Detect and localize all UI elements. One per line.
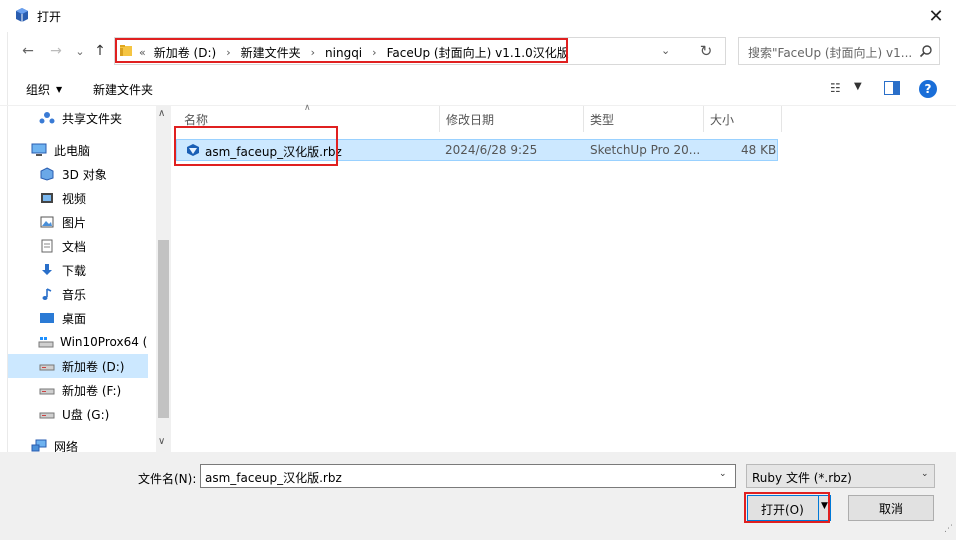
back-arrow-icon[interactable]: ← [18,40,38,62]
pictures-icon [38,214,56,230]
open-button-highlight-box [744,492,830,523]
file-type: SketchUp Pro 20... [590,143,701,157]
scroll-up-icon[interactable]: ∧ [158,108,165,119]
filetype-value: Ruby 文件 (*.rbz) [752,471,852,485]
sidebar-item-video[interactable]: 视频 [8,186,148,210]
title-bar: 打开 ✕ [0,0,960,32]
sidebar-item-3d-objects[interactable]: 3D 对象 [8,162,148,186]
filename-input[interactable]: asm_faceup_汉化版.rbz ⌄ [200,464,736,488]
file-size: 48 KB [741,143,777,157]
scroll-down-icon[interactable]: ∨ [158,436,165,447]
sidebar-item-music[interactable]: 音乐 [8,282,148,306]
window-title: 打开 [37,10,62,24]
column-header-label: 修改日期 [446,112,495,127]
dialog-footer: 文件名(N): asm_faceup_汉化版.rbz ⌄ Ruby 文件 (*.… [0,452,960,540]
filename-value: asm_faceup_汉化版.rbz [205,471,342,485]
search-icon[interactable] [919,44,933,61]
drive-f-icon [38,382,56,398]
cancel-button-label: 取消 [878,501,903,516]
sidebar-item-label: 视频 [62,191,87,206]
column-header-type[interactable]: 类型 [584,106,704,132]
help-icon[interactable]: ? [919,80,937,98]
filetype-select[interactable]: Ruby 文件 (*.rbz) ⌄ [746,464,935,488]
cancel-button[interactable]: 取消 [848,495,934,521]
downloads-icon [38,262,56,278]
column-header-label: 大小 [710,112,735,127]
recent-locations-chevron-icon[interactable]: ⌄ [70,40,90,62]
organize-arrow-icon: ▼ [56,85,63,94]
navigation-pane: 共享文件夹 此电脑 3D 对象 视频 图片 文档 下载 音乐 桌面 Win10P… [8,106,171,454]
sidebar-item-shared-folder[interactable]: 共享文件夹 [8,106,148,130]
sidebar-item-label: 下载 [62,263,87,278]
sidebar-item-drive-f[interactable]: 新加卷 (F:) [8,378,148,402]
usb-drive-icon [38,406,56,422]
shared-folder-icon [38,110,56,126]
sidebar-item-label: 共享文件夹 [62,111,123,126]
address-dropdown-chevron-icon[interactable]: ⌄ [661,44,670,57]
scrollbar-thumb[interactable] [158,240,169,418]
drive-d-icon [38,358,56,374]
sidebar-item-downloads[interactable]: 下载 [8,258,148,282]
command-toolbar: 组织 ▼ 新建文件夹 ☷ ▼ ? [0,72,960,106]
sidebar-item-label: 图片 [62,215,87,230]
sidebar-item-drive-c[interactable]: Win10Prox64 (C [8,330,148,354]
column-header-size[interactable]: 大小 [704,106,782,132]
sidebar-item-label: U盘 (G:) [62,407,110,422]
close-icon[interactable]: ✕ [916,0,956,32]
search-placeholder: 搜索"FaceUp (封面向上) v1... [748,46,913,60]
search-input[interactable]: 搜索"FaceUp (封面向上) v1... [738,37,940,65]
documents-icon [38,238,56,254]
forward-arrow-icon[interactable]: → [46,40,66,62]
column-header-date[interactable]: 修改日期 [440,106,584,132]
sidebar-item-label: 桌面 [62,311,87,326]
view-options-arrow-icon[interactable]: ▼ [854,81,862,92]
address-highlight-box [115,38,568,63]
sidebar-item-this-pc[interactable]: 此电脑 [8,138,148,162]
sidebar-item-label: 3D 对象 [62,167,107,182]
view-options-icon[interactable]: ☷ [830,81,841,95]
filename-dropdown-chevron-icon[interactable]: ⌄ [719,469,727,479]
video-icon [38,190,56,206]
refresh-icon[interactable]: ↻ [694,40,718,62]
music-icon [38,286,56,302]
sidebar-item-pictures[interactable]: 图片 [8,210,148,234]
organize-label: 组织 [26,83,51,97]
file-date: 2024/6/28 9:25 [445,143,538,157]
filename-label: 文件名(N): [138,472,197,486]
drive-c-icon [38,334,54,350]
sidebar-item-drive-d[interactable]: 新加卷 (D:) [8,354,148,378]
background-window-edge [956,0,960,540]
sidebar-item-label: 新加卷 (F:) [62,383,122,398]
sidebar-item-label: 新加卷 (D:) [62,359,125,374]
sidebar-item-desktop[interactable]: 桌面 [8,306,148,330]
3d-objects-icon [38,166,56,182]
sidebar-item-label: 文档 [62,239,87,254]
this-pc-icon [30,142,48,158]
column-header-label: 名称 [184,112,209,127]
column-header-label: 类型 [590,112,615,127]
sidebar-item-label: Win10Prox64 (C [60,335,148,349]
preview-pane-icon[interactable] [884,81,900,98]
sketchup-app-icon [14,7,30,23]
sidebar-item-documents[interactable]: 文档 [8,234,148,258]
file-highlight-box [174,126,338,166]
up-arrow-icon[interactable]: ↑ [90,40,110,62]
sidebar-item-label: 音乐 [62,287,87,302]
desktop-icon [38,310,56,326]
file-list: ∧ 名称 修改日期 类型 大小 asm_faceup_汉化版.rbz 2024/… [170,103,960,452]
new-folder-button[interactable]: 新建文件夹 [93,81,153,98]
organize-button[interactable]: 组织 ▼ [26,81,62,98]
filetype-chevron-icon: ⌄ [921,469,929,479]
sidebar-item-usb-drive[interactable]: U盘 (G:) [8,402,148,426]
sidebar-item-label: 此电脑 [54,143,91,158]
resize-grip-icon[interactable]: ⋰ [944,524,953,534]
sidebar-scrollbar[interactable]: ∧ ∨ [156,106,171,452]
